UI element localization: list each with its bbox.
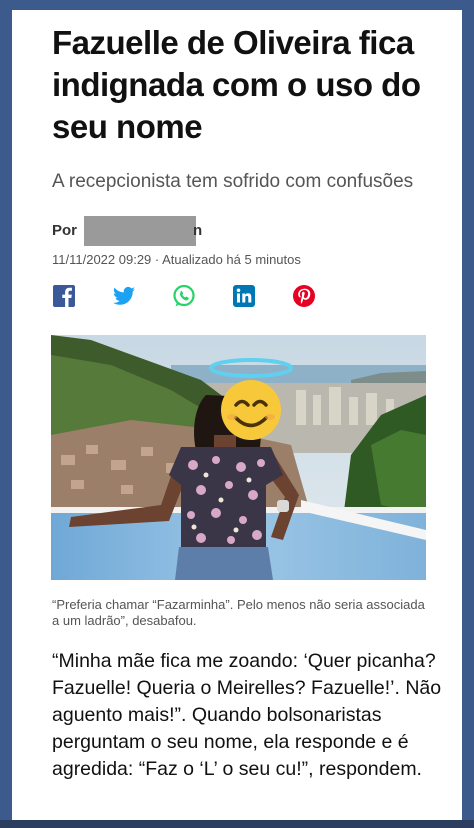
page-bottom-bar (0, 820, 474, 828)
smiling-face-with-halo-emoji (209, 358, 293, 440)
article-photo (51, 335, 426, 580)
article-card: Fazuelle de Oliveira fica indignada com … (12, 10, 462, 822)
twitter-icon[interactable] (112, 284, 136, 308)
whatsapp-icon[interactable] (172, 284, 196, 308)
author-name-redaction (84, 216, 196, 246)
article-subtitle: A recepcionista tem sofrido com confusõe… (52, 171, 414, 192)
article-headline: Fazuelle de Oliveira fica indignada com … (52, 24, 421, 145)
facebook-icon[interactable] (52, 284, 76, 308)
byline-tail: n (193, 222, 203, 239)
author-byline: Por A n (52, 216, 202, 246)
article-body-paragraph: “Minha mãe fica me zoando: ‘Quer picanha… (52, 650, 442, 780)
photo-caption: “Preferia chamar “Fazarminha”. Pelo meno… (52, 597, 425, 628)
publish-timestamp: 11/11/2022 09:29 · Atualizado há 5 minut… (52, 252, 301, 267)
pinterest-icon[interactable] (292, 284, 316, 308)
byline-prefix: Por (52, 222, 78, 239)
linkedin-icon[interactable] (232, 284, 256, 308)
